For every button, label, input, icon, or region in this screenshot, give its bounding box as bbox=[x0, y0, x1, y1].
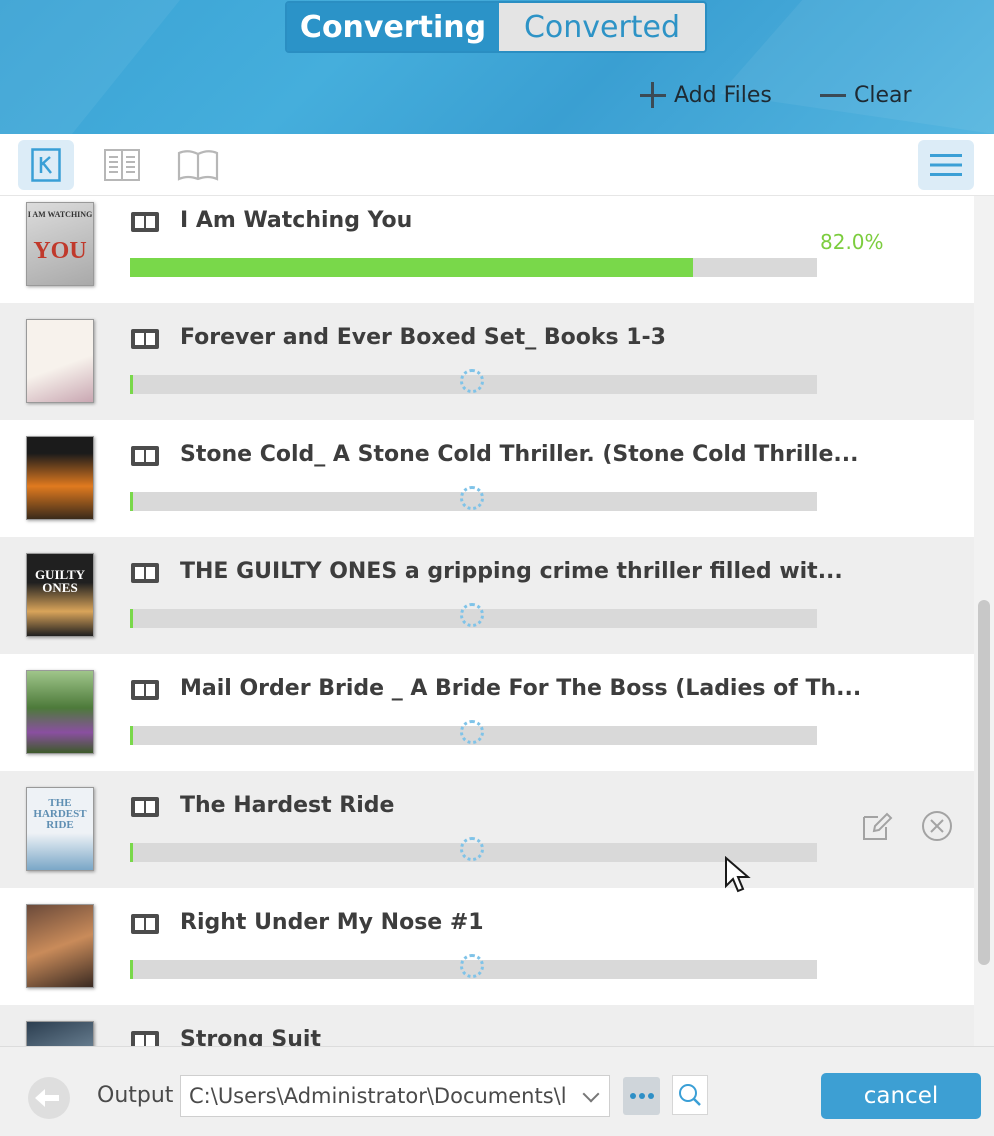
book-cover: THE HARDEST RIDE bbox=[26, 787, 94, 871]
progress-start-tick bbox=[130, 375, 133, 394]
page-view-icon bbox=[104, 149, 140, 181]
edit-button[interactable] bbox=[860, 809, 894, 843]
remove-button[interactable] bbox=[920, 809, 954, 843]
cover-text: GUILTY ONES bbox=[34, 567, 86, 595]
book-row[interactable]: Strong Suit bbox=[0, 1005, 974, 1046]
progress-start-tick bbox=[130, 609, 133, 628]
loading-spinner-icon bbox=[460, 954, 484, 978]
clear-label: Clear bbox=[854, 82, 912, 108]
kindle-view-icon bbox=[31, 148, 61, 182]
book-format-icon bbox=[131, 1031, 159, 1046]
book-cover: I AM WATCHING YOU bbox=[26, 202, 94, 286]
header-background-facet bbox=[720, 0, 994, 134]
loading-spinner-icon bbox=[460, 837, 484, 861]
output-path-value: C:\Users\Administrator\Documents\l bbox=[189, 1084, 567, 1108]
progress-start-tick bbox=[130, 726, 133, 745]
more-dots-icon bbox=[638, 1093, 645, 1099]
chevron-down-icon bbox=[582, 1085, 600, 1103]
loading-spinner-icon bbox=[460, 369, 484, 393]
progress-start-tick bbox=[130, 960, 133, 979]
book-row[interactable]: Stone Cold_ A Stone Cold Thriller. (Ston… bbox=[0, 420, 974, 537]
book-cover bbox=[26, 670, 94, 754]
add-files-label: Add Files bbox=[674, 82, 772, 108]
book-title: Strong Suit bbox=[180, 1027, 321, 1046]
view-toolbar bbox=[0, 134, 994, 196]
open-folder-search-button[interactable] bbox=[672, 1075, 708, 1115]
mouse-cursor-icon bbox=[725, 856, 751, 893]
progress-percent: 82.0% bbox=[820, 230, 884, 254]
book-row[interactable]: Forever and Ever Boxed Set_ Books 1-3 bbox=[0, 303, 974, 420]
loading-spinner-icon bbox=[460, 720, 484, 744]
output-label: Output bbox=[97, 1083, 174, 1108]
cover-text: YOU bbox=[33, 238, 87, 264]
book-format-icon bbox=[131, 329, 159, 349]
progress-bar bbox=[130, 258, 817, 277]
book-title: THE GUILTY ONES a gripping crime thrille… bbox=[180, 559, 843, 584]
output-path-select[interactable]: C:\Users\Administrator\Documents\l bbox=[180, 1075, 610, 1117]
progress-fill bbox=[130, 258, 694, 277]
page-view-button[interactable] bbox=[94, 140, 150, 190]
clear-button[interactable]: Clear bbox=[820, 78, 912, 112]
cover-text: THE HARDEST RIDE bbox=[33, 797, 87, 831]
add-files-button[interactable]: Add Files bbox=[640, 78, 772, 112]
tab-converting[interactable]: Converting bbox=[287, 3, 499, 51]
app-header: Converting Converted Add Files Clear bbox=[0, 0, 994, 134]
book-row[interactable]: GUILTY ONES THE GUILTY ONES a gripping c… bbox=[0, 537, 974, 654]
book-format-icon bbox=[131, 446, 159, 466]
scrollbar-thumb[interactable] bbox=[978, 600, 990, 965]
book-row[interactable]: Right Under My Nose #1 bbox=[0, 888, 974, 1005]
book-cover bbox=[26, 319, 94, 403]
book-cover bbox=[26, 904, 94, 988]
book-title: Mail Order Bride _ A Bride For The Boss … bbox=[180, 676, 862, 701]
loading-spinner-icon bbox=[460, 603, 484, 627]
book-title: Right Under My Nose #1 bbox=[180, 910, 484, 935]
more-dots-icon bbox=[647, 1093, 654, 1099]
menu-button[interactable] bbox=[918, 140, 974, 190]
browse-more-button[interactable] bbox=[623, 1077, 660, 1115]
book-row[interactable]: I AM WATCHING YOU I Am Watching You 82.0… bbox=[0, 196, 974, 303]
minus-icon bbox=[820, 82, 846, 108]
more-dots-icon bbox=[629, 1093, 636, 1099]
book-format-icon bbox=[131, 797, 159, 817]
cancel-button[interactable]: cancel bbox=[821, 1073, 981, 1119]
book-cover: GUILTY ONES bbox=[26, 553, 94, 637]
tab-converted[interactable]: Converted bbox=[499, 3, 705, 51]
book-title: Stone Cold_ A Stone Cold Thriller. (Ston… bbox=[180, 442, 859, 467]
output-footer: Output C:\Users\Administrator\Documents\… bbox=[0, 1046, 994, 1136]
back-arrow-icon[interactable] bbox=[28, 1077, 70, 1119]
plus-icon bbox=[640, 82, 666, 108]
progress-start-tick bbox=[130, 843, 133, 862]
remove-icon bbox=[922, 811, 952, 841]
book-format-icon bbox=[131, 563, 159, 583]
loading-spinner-icon bbox=[460, 486, 484, 510]
book-cover bbox=[26, 436, 94, 520]
book-title: Forever and Ever Boxed Set_ Books 1-3 bbox=[180, 325, 666, 350]
open-book-button[interactable] bbox=[170, 140, 226, 190]
book-row[interactable]: THE HARDEST RIDE The Hardest Ride bbox=[0, 771, 974, 888]
book-title: I Am Watching You bbox=[180, 208, 413, 233]
search-icon bbox=[679, 1084, 701, 1106]
book-format-icon bbox=[131, 680, 159, 700]
hamburger-menu-icon bbox=[930, 154, 962, 176]
book-cover bbox=[26, 1021, 94, 1046]
book-title: The Hardest Ride bbox=[180, 793, 395, 818]
book-format-icon bbox=[131, 212, 159, 232]
progress-start-tick bbox=[130, 492, 133, 511]
edit-icon bbox=[863, 812, 893, 840]
conversion-list[interactable]: I AM WATCHING YOU I Am Watching You 82.0… bbox=[0, 196, 974, 1046]
view-tabs: Converting Converted bbox=[285, 1, 707, 53]
book-format-icon bbox=[131, 914, 159, 934]
book-row[interactable]: Mail Order Bride _ A Bride For The Boss … bbox=[0, 654, 974, 771]
open-book-icon bbox=[177, 150, 219, 181]
header-background-facet bbox=[0, 0, 180, 134]
kindle-view-button[interactable] bbox=[18, 140, 74, 190]
